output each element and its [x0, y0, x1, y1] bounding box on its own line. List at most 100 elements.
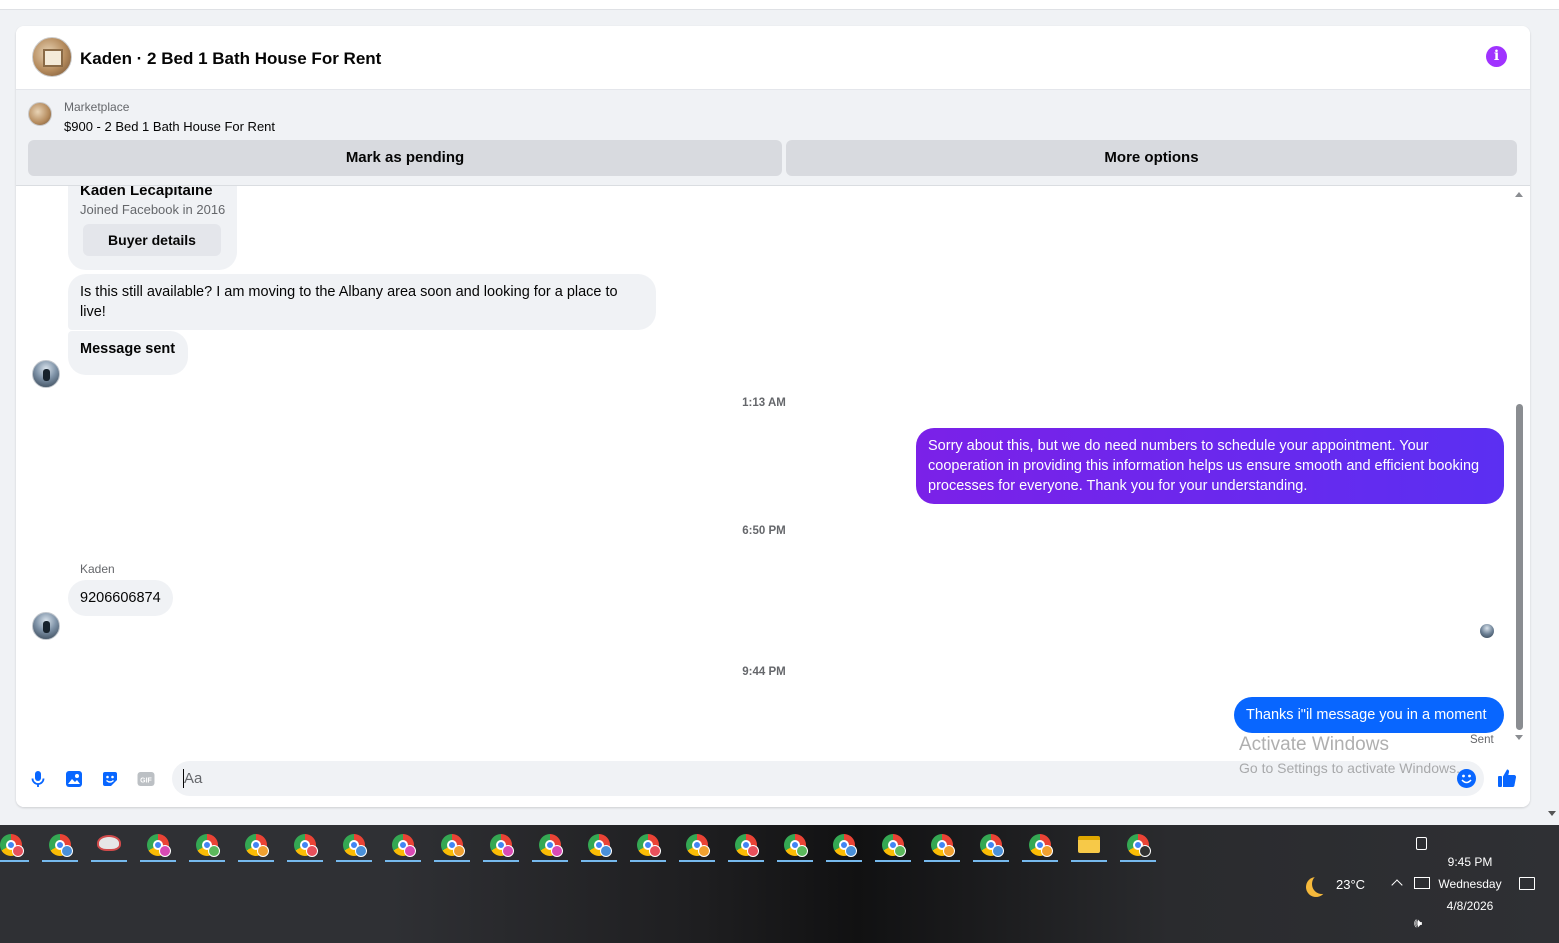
microphone-icon[interactable] [28, 769, 48, 789]
show-hidden-icons-chevron-icon[interactable] [1391, 879, 1403, 891]
clock-date[interactable]: 4/8/2026 [1440, 899, 1500, 913]
taskbar-app-chrome[interactable] [922, 831, 962, 863]
running-indicator [581, 860, 617, 862]
photo-icon[interactable] [64, 769, 84, 789]
folder-icon [1078, 836, 1100, 853]
running-indicator [1022, 860, 1058, 862]
taskbar-app-chrome[interactable] [873, 831, 913, 863]
message-bubble-incoming[interactable]: 9206606874 [68, 580, 173, 616]
running-indicator [973, 860, 1009, 862]
scrollbar-thumb[interactable] [1516, 404, 1523, 730]
taskbar-app-chrome[interactable] [530, 831, 570, 863]
scroll-down-arrow-icon[interactable] [1515, 735, 1523, 740]
taskbar-app-chrome[interactable] [971, 831, 1011, 863]
taskbar-app-chrome[interactable] [1020, 831, 1060, 863]
taskbar-app-chrome[interactable] [677, 831, 717, 863]
windows-taskbar: 23°C 🕪 9:45 PM Wednesday 4/8/2026 [0, 825, 1559, 943]
profile-badge-icon [12, 845, 24, 857]
browser-top-strip [0, 0, 1559, 10]
conversation-title[interactable]: Kaden · 2 Bed 1 Bath House For Rent [80, 49, 381, 69]
taskbar-app-paint[interactable] [89, 831, 129, 863]
taskbar-app-folder[interactable] [1069, 831, 1109, 863]
message-bubble-outgoing[interactable]: Thanks i"il message you in a moment [1234, 697, 1504, 733]
running-indicator [140, 860, 176, 862]
notification-center-icon[interactable] [1519, 877, 1535, 890]
profile-badge-icon [208, 845, 220, 857]
mark-as-pending-button[interactable]: Mark as pending [28, 140, 782, 176]
running-indicator [777, 860, 813, 862]
page-scroll-down-icon[interactable] [1548, 811, 1556, 816]
running-indicator [826, 860, 862, 862]
profile-badge-icon [943, 845, 955, 857]
profile-badge-icon [649, 845, 661, 857]
gif-icon[interactable]: GIF [136, 769, 156, 789]
profile-badge-icon [1041, 845, 1053, 857]
running-indicator [1071, 860, 1107, 862]
running-indicator [385, 860, 421, 862]
profile-badge-icon [894, 845, 906, 857]
seen-by-avatar [1480, 624, 1494, 638]
listing-avatar[interactable] [32, 37, 72, 77]
taskbar-app-chrome[interactable] [481, 831, 521, 863]
taskbar-app-chrome[interactable] [40, 831, 80, 863]
taskbar-app-chrome[interactable] [824, 831, 864, 863]
running-indicator [630, 860, 666, 862]
profile-badge-icon [796, 845, 808, 857]
profile-badge-icon [453, 845, 465, 857]
taskbar-app-chrome[interactable] [726, 831, 766, 863]
taskbar-app-chrome[interactable] [236, 831, 276, 863]
volume-icon[interactable]: 🕪 [1414, 915, 1422, 931]
more-options-button[interactable]: More options [786, 140, 1517, 176]
buyer-avatar[interactable] [32, 360, 60, 388]
listing-thumbnail[interactable] [28, 102, 52, 126]
taskbar-app-chrome[interactable] [432, 831, 472, 863]
running-indicator [0, 860, 29, 862]
listing-title[interactable]: $900 - 2 Bed 1 Bath House For Rent [64, 119, 275, 134]
profile-badge-icon [404, 845, 416, 857]
taskbar-app-chrome[interactable] [579, 831, 619, 863]
message-input-placeholder: Aa [184, 770, 203, 787]
scroll-up-arrow-icon[interactable] [1515, 192, 1523, 197]
activate-windows-subtitle: Go to Settings to activate Windows. [1239, 760, 1460, 776]
message-list[interactable]: Kaden Lecapitaine Joined Facebook in 201… [16, 186, 1530, 760]
clock-time[interactable]: 9:45 PM [1444, 855, 1496, 869]
buyer-avatar[interactable] [32, 612, 60, 640]
profile-badge-icon [159, 845, 171, 857]
running-indicator [189, 860, 225, 862]
taskbar-app-chrome[interactable] [628, 831, 668, 863]
message-bubble-incoming[interactable]: Is this still available? I am moving to … [68, 274, 656, 330]
buyer-details-button[interactable]: Buyer details [83, 224, 221, 256]
message-status: Sent [1470, 734, 1494, 746]
profile-badge-icon [502, 845, 514, 857]
running-indicator [434, 860, 470, 862]
taskbar-app-chrome[interactable] [383, 831, 423, 863]
profile-badge-icon [355, 845, 367, 857]
profile-badge-icon [747, 845, 759, 857]
taskbar-app-chrome[interactable] [285, 831, 325, 863]
taskbar-app-chrome[interactable] [334, 831, 374, 863]
buyer-joined-date: Joined Facebook in 2016 [80, 202, 226, 217]
running-indicator [42, 860, 78, 862]
taskbar-app-chrome[interactable] [1118, 831, 1158, 863]
running-indicator [91, 860, 127, 862]
weather-temperature[interactable]: 23°C [1336, 877, 1365, 892]
sticker-icon[interactable] [100, 769, 120, 789]
moon-icon[interactable] [1312, 874, 1332, 894]
taskbar-app-chrome[interactable] [138, 831, 178, 863]
clock-day[interactable]: Wednesday [1434, 877, 1506, 891]
message-timestamp: 6:50 PM [742, 525, 786, 537]
profile-badge-icon [61, 845, 73, 857]
thumbs-up-icon[interactable] [1496, 767, 1518, 789]
network-icon[interactable] [1414, 877, 1430, 889]
info-icon[interactable]: i [1486, 46, 1507, 67]
profile-badge-icon [306, 845, 318, 857]
meet-now-icon[interactable] [1416, 837, 1427, 850]
buyer-info-card: Kaden Lecapitaine Joined Facebook in 201… [68, 186, 237, 270]
taskbar-app-chrome[interactable] [775, 831, 815, 863]
taskbar-app-chrome[interactable] [187, 831, 227, 863]
gif-label: GIF [140, 778, 152, 785]
profile-badge-icon [1139, 845, 1151, 857]
profile-badge-icon [257, 845, 269, 857]
message-bubble-outgoing[interactable]: Sorry about this, but we do need numbers… [916, 428, 1504, 504]
taskbar-app-chrome[interactable] [0, 831, 31, 863]
